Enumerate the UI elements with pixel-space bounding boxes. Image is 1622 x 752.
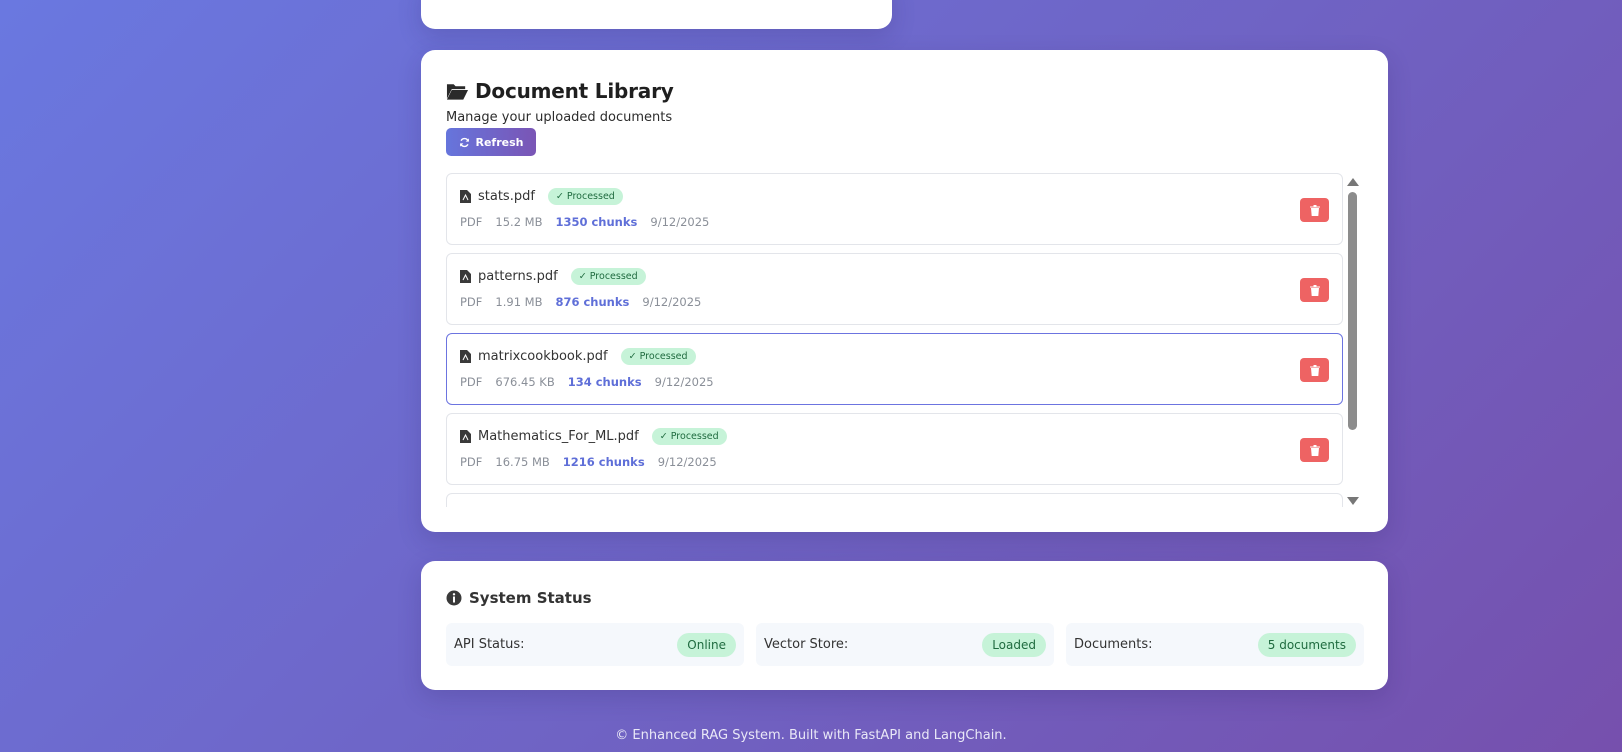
file-pdf-icon bbox=[460, 350, 471, 363]
document-library-card: Document Library Manage your uploaded do… bbox=[421, 50, 1388, 532]
document-item[interactable]: stats.pdf ✓ Processed PDF 15.2 MB 1350 c… bbox=[446, 173, 1343, 245]
refresh-button[interactable]: Refresh bbox=[446, 128, 536, 156]
file-pdf-icon bbox=[460, 270, 471, 283]
document-date: 9/12/2025 bbox=[657, 455, 717, 469]
system-status-card: System Status API Status: Online Vector … bbox=[421, 561, 1388, 690]
document-size: 1.91 MB bbox=[495, 295, 543, 309]
trash-icon bbox=[1309, 284, 1320, 296]
footer-text: © Enhanced RAG System. Built with FastAP… bbox=[615, 728, 1007, 743]
status-item-vector-store: Vector Store: Loaded bbox=[756, 623, 1054, 666]
folder-open-icon bbox=[446, 84, 469, 100]
document-date: 9/12/2025 bbox=[650, 215, 710, 229]
document-name: Mathematics_For_ML.pdf bbox=[478, 429, 639, 444]
file-pdf-icon bbox=[460, 190, 471, 203]
document-date: 9/12/2025 bbox=[654, 375, 714, 389]
document-chunks: 1216 chunks bbox=[562, 455, 645, 469]
status-item-api: API Status: Online bbox=[446, 623, 744, 666]
document-type: PDF bbox=[460, 455, 483, 469]
status-value: Online bbox=[677, 632, 736, 657]
document-item[interactable]: patterns.pdf ✓ Processed PDF 1.91 MB 876… bbox=[446, 253, 1343, 325]
status-title: System Status bbox=[469, 589, 592, 607]
status-row: API Status: Online Vector Store: Loaded … bbox=[446, 623, 1364, 666]
document-item[interactable]: matrixcookbook.pdf ✓ Processed PDF 676.4… bbox=[446, 333, 1343, 405]
document-type: PDF bbox=[460, 375, 483, 389]
document-size: 16.75 MB bbox=[495, 455, 550, 469]
trash-icon bbox=[1309, 204, 1320, 216]
document-name: matrixcookbook.pdf bbox=[478, 349, 608, 364]
delete-button[interactable] bbox=[1300, 278, 1329, 302]
document-name: patterns.pdf bbox=[478, 269, 558, 284]
status-header: System Status bbox=[446, 589, 592, 607]
info-circle-icon bbox=[446, 590, 462, 606]
document-item-partial[interactable] bbox=[446, 493, 1343, 507]
status-badge: ✓ Processed bbox=[651, 428, 727, 445]
document-chunks: 1350 chunks bbox=[555, 215, 638, 229]
delete-button[interactable] bbox=[1300, 358, 1329, 382]
document-list-scrollbar[interactable] bbox=[1344, 173, 1361, 507]
status-badge: ✓ Processed bbox=[547, 188, 623, 205]
delete-button[interactable] bbox=[1300, 198, 1329, 222]
status-value: Loaded bbox=[982, 632, 1046, 657]
status-item-documents: Documents: 5 documents bbox=[1066, 623, 1364, 666]
status-label: Vector Store: bbox=[764, 637, 849, 652]
document-type: PDF bbox=[460, 295, 483, 309]
delete-button[interactable] bbox=[1300, 438, 1329, 462]
file-pdf-icon bbox=[460, 430, 471, 443]
status-label: Documents: bbox=[1074, 637, 1153, 652]
status-value: 5 documents bbox=[1257, 632, 1356, 657]
library-subtitle: Manage your uploaded documents bbox=[446, 110, 673, 125]
document-chunks: 876 chunks bbox=[555, 295, 630, 309]
document-name: stats.pdf bbox=[478, 189, 535, 204]
document-type: PDF bbox=[460, 215, 483, 229]
status-badge: ✓ Processed bbox=[570, 268, 646, 285]
scroll-up-arrow-icon[interactable] bbox=[1347, 178, 1359, 186]
refresh-icon bbox=[459, 137, 469, 147]
trash-icon bbox=[1309, 444, 1320, 456]
refresh-label: Refresh bbox=[475, 135, 524, 149]
document-size: 676.45 KB bbox=[495, 375, 555, 389]
status-badge: ✓ Processed bbox=[620, 348, 696, 365]
upload-card bbox=[421, 0, 892, 29]
document-item[interactable]: Mathematics_For_ML.pdf ✓ Processed PDF 1… bbox=[446, 413, 1343, 485]
library-header: Document Library bbox=[446, 79, 674, 103]
document-list[interactable]: stats.pdf ✓ Processed PDF 15.2 MB 1350 c… bbox=[446, 173, 1344, 507]
trash-icon bbox=[1309, 364, 1320, 376]
document-chunks: 134 chunks bbox=[567, 375, 642, 389]
document-size: 15.2 MB bbox=[495, 215, 543, 229]
scroll-down-arrow-icon[interactable] bbox=[1347, 497, 1359, 505]
library-title: Document Library bbox=[475, 79, 674, 103]
scroll-thumb[interactable] bbox=[1348, 192, 1357, 430]
status-label: API Status: bbox=[454, 637, 525, 652]
document-date: 9/12/2025 bbox=[642, 295, 702, 309]
